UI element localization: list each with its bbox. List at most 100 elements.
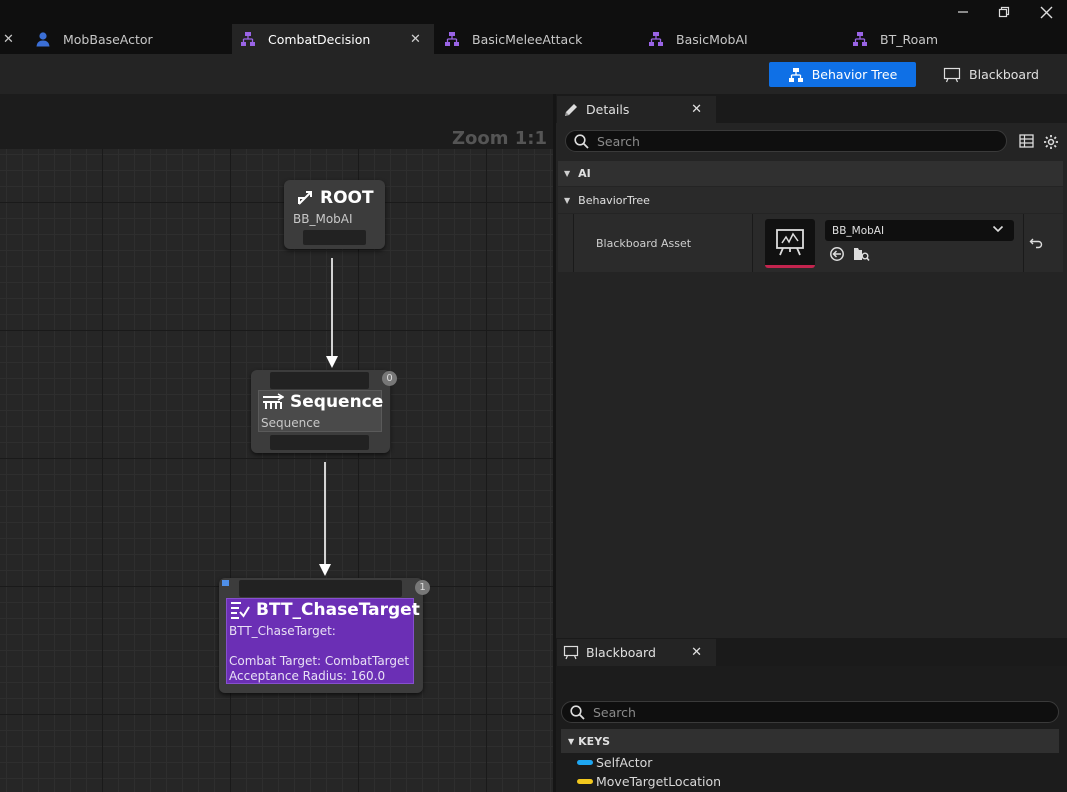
details-tab[interactable]: Details ✕: [557, 96, 716, 123]
category-ai[interactable]: ▼ AI: [558, 161, 1063, 186]
behavior-tree-icon: [788, 67, 804, 83]
task-node-subtitle: BTT_ChaseTarget:: [229, 624, 336, 638]
chevron-down-icon: [992, 223, 1004, 235]
tab-previous-close[interactable]: ✕: [3, 24, 17, 54]
behavior-tree-graph[interactable]: Zoom 1:1 ROOT BB_MobAI Sequence Sequence…: [0, 123, 553, 792]
behavior-tree-icon: [239, 30, 257, 48]
table-icon: [1018, 134, 1034, 148]
tab-label: CombatDecision: [268, 31, 371, 47]
behavior-tree-icon: [443, 30, 461, 48]
title-bar: ✕ MobBaseActor CombatDecision ✕ BasicMel…: [0, 0, 1067, 54]
blackboard-asset-value: BB_MobAI: [832, 224, 885, 237]
close-icon: ✕: [3, 31, 14, 47]
close-tab-icon[interactable]: ✕: [410, 32, 421, 47]
task-node-combat-target: Combat Target: CombatTarget: [229, 654, 410, 668]
details-pencil-icon: [563, 102, 579, 118]
browse-asset-button[interactable]: [852, 245, 870, 263]
blackboard-icon: [943, 67, 961, 83]
behavior-tree-mode-label: Behavior Tree: [811, 67, 898, 82]
details-tab-label: Details: [586, 102, 630, 117]
gear-icon: [1043, 134, 1058, 149]
details-search[interactable]: [565, 130, 1007, 152]
blackboard-asset-combo[interactable]: BB_MobAI: [825, 220, 1014, 241]
reset-column-divider: [1023, 214, 1024, 272]
minimize-icon: [958, 11, 968, 13]
tab-bt-roam[interactable]: BT_Roam: [844, 24, 1044, 54]
blackboard-key-item[interactable]: SelfActor: [577, 755, 652, 770]
category-behavior-tree[interactable]: ▼ BehaviorTree: [558, 187, 1063, 213]
tab-label: BasicMeleeAttack: [472, 31, 583, 47]
keys-category[interactable]: ▼ KEYS: [561, 729, 1059, 753]
restore-button[interactable]: [992, 2, 1016, 22]
link-sequence-to-task: [319, 462, 331, 576]
sequence-execution-index: 0: [382, 371, 397, 386]
blackboard-mode-label: Blackboard: [969, 67, 1039, 82]
browse-folder-icon: [853, 248, 870, 261]
person-icon: [34, 30, 52, 48]
blackboard-mode-button[interactable]: Blackboard: [935, 62, 1047, 87]
reset-arrow-icon: [1029, 238, 1043, 249]
use-selected-asset-button[interactable]: [828, 245, 846, 263]
tab-label: BasicMobAI: [676, 31, 748, 47]
tab-mobbaseactor[interactable]: MobBaseActor: [26, 24, 231, 54]
tab-label: MobBaseActor: [63, 31, 153, 47]
task-node-acceptance-radius: Acceptance Radius: 160.0: [229, 669, 386, 683]
tab-combatdecision[interactable]: CombatDecision ✕: [232, 24, 434, 54]
blackboard-icon: [563, 645, 579, 660]
blackboard-tab[interactable]: Blackboard ✕: [557, 639, 716, 666]
blackboard-asset-label: Blackboard Asset: [573, 214, 753, 272]
task-decorator-marker: [222, 580, 229, 586]
blackboard-asset-icon: [776, 229, 804, 256]
close-window-button[interactable]: [1034, 2, 1058, 22]
sequence-output-pin[interactable]: [270, 435, 369, 450]
blackboard-key-name: SelfActor: [596, 755, 653, 770]
root-node-subtitle: BB_MobAI: [293, 212, 353, 226]
blackboard-key-name: MoveTargetLocation: [596, 774, 722, 789]
search-icon: [574, 133, 589, 149]
task-execution-index: 1: [415, 580, 430, 595]
collapse-arrow-icon: ▼: [564, 195, 571, 205]
details-settings-button[interactable]: [1042, 133, 1059, 150]
collapse-arrow-icon: ▼: [564, 169, 571, 178]
blackboard-key-item[interactable]: MoveTargetLocation: [577, 774, 721, 789]
blackboard-search-input[interactable]: [593, 704, 1033, 720]
sequence-input-pin[interactable]: [270, 372, 369, 389]
details-search-input[interactable]: [597, 133, 986, 149]
blackboard-asset-row: Blackboard Asset BB_MobAI: [558, 214, 1063, 272]
tab-basicmobai[interactable]: BasicMobAI: [640, 24, 844, 54]
sequence-node-title: Sequence: [262, 392, 383, 412]
category-behavior-tree-label: BehaviorTree: [578, 193, 650, 207]
minimize-button[interactable]: [951, 2, 975, 22]
task-node-title: BTT_ChaseTarget: [230, 600, 420, 620]
close-details-icon[interactable]: ✕: [691, 102, 702, 117]
blackboard-asset-thumbnail[interactable]: [765, 219, 815, 268]
keys-header-label: KEYS: [578, 734, 611, 748]
collapse-arrow-icon: ▼: [568, 736, 575, 746]
chase-target-task-node[interactable]: BTT_ChaseTarget BTT_ChaseTarget: Combat …: [219, 578, 430, 693]
graph-top-strip: [0, 94, 553, 123]
sequence-node-subtitle: Sequence: [261, 416, 321, 430]
property-matrix-button[interactable]: [1018, 133, 1034, 149]
close-blackboard-icon[interactable]: ✕: [691, 645, 702, 660]
tab-basicmeleeattack[interactable]: BasicMeleeAttack: [436, 24, 640, 54]
root-node[interactable]: ROOT BB_MobAI: [284, 180, 385, 249]
root-output-pin[interactable]: [303, 230, 366, 245]
behavior-tree-icon: [851, 30, 869, 48]
category-ai-label: AI: [578, 167, 591, 180]
close-icon: [1040, 6, 1052, 18]
reset-to-default-button[interactable]: [1027, 234, 1045, 252]
use-selected-icon: [830, 247, 844, 261]
blackboard-search[interactable]: [561, 701, 1059, 723]
document-tabs: ✕ MobBaseActor CombatDecision ✕ BasicMel…: [0, 24, 1067, 54]
behavior-tree-mode-button[interactable]: Behavior Tree: [769, 62, 916, 87]
root-node-title: ROOT: [296, 188, 374, 208]
toolbar: Behavior Tree Blackboard: [0, 54, 1067, 94]
sequence-node[interactable]: Sequence Sequence 0: [251, 370, 397, 453]
link-root-to-sequence: [326, 258, 338, 368]
behavior-tree-icon: [647, 30, 665, 48]
root-icon: [296, 189, 314, 207]
task-input-pin[interactable]: [239, 580, 402, 597]
object-key-type-icon: [577, 760, 593, 765]
tab-label: BT_Roam: [880, 31, 939, 47]
restore-icon: [998, 6, 1010, 18]
